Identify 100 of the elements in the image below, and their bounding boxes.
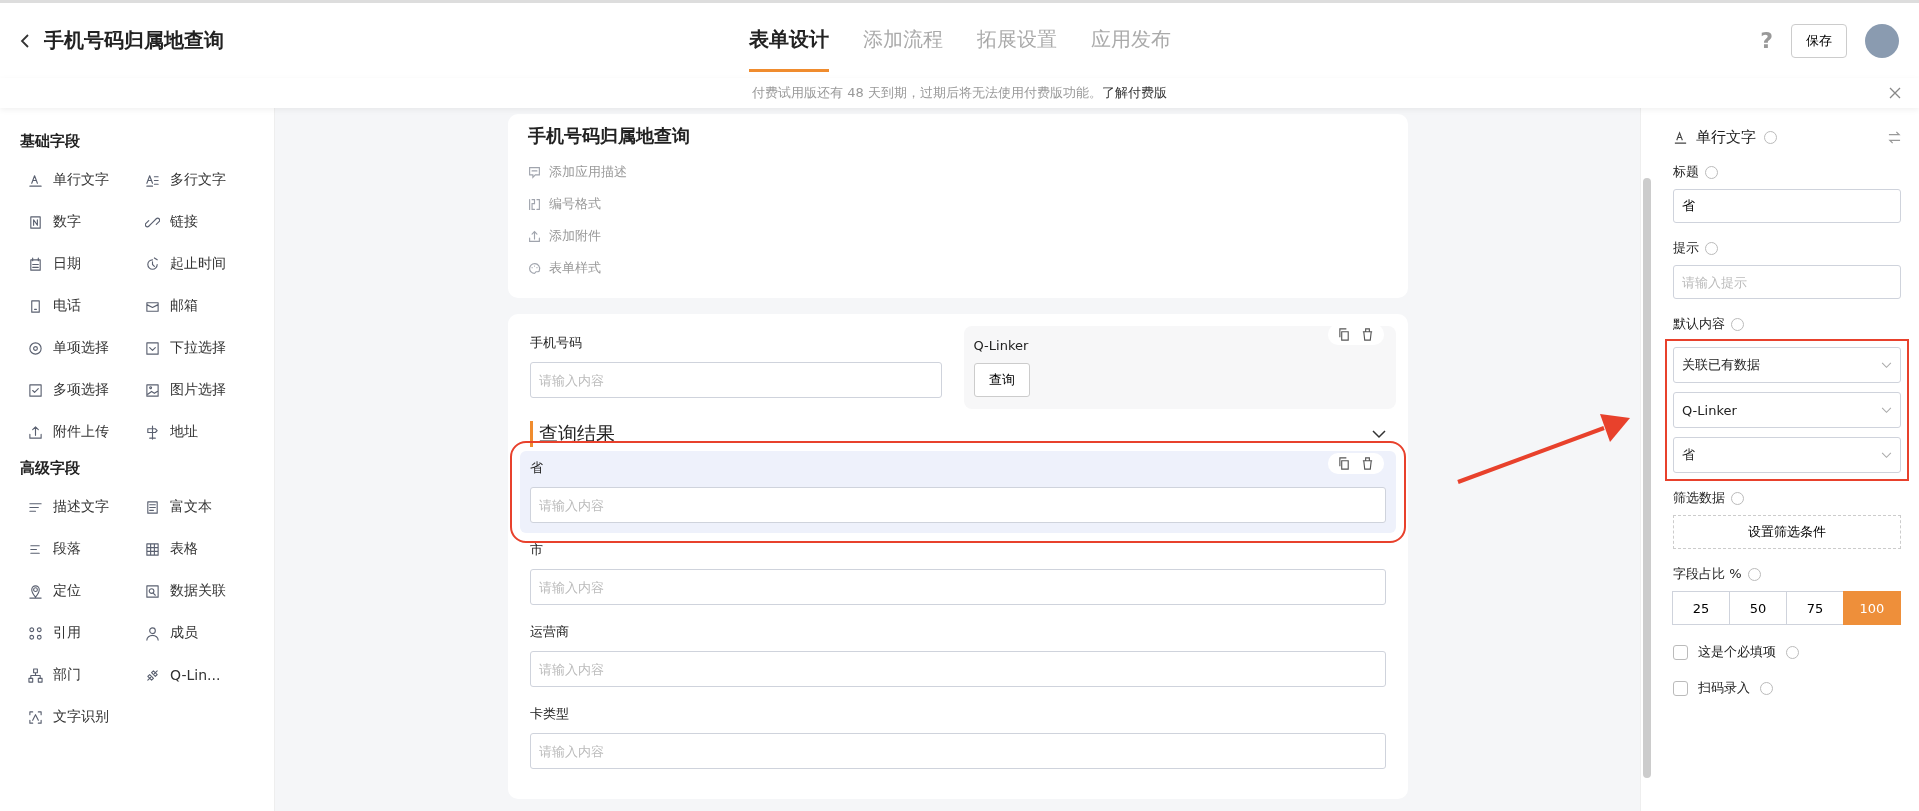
field-label: 省 xyxy=(529,459,543,477)
field-type-item[interactable]: 附件上传 xyxy=(20,411,137,453)
width-option[interactable]: 50 xyxy=(1729,591,1787,625)
nodes-icon xyxy=(28,625,43,641)
checkbox[interactable] xyxy=(1673,644,1688,660)
field-label: 手机号码 xyxy=(529,334,582,352)
nav-tab[interactable]: 表单设计 xyxy=(748,9,829,72)
text-field-icon xyxy=(28,172,43,188)
search-box-icon xyxy=(145,583,160,599)
trash-icon[interactable] xyxy=(1360,328,1374,341)
field-type-item[interactable]: 多项选择 xyxy=(20,369,137,411)
select-field[interactable]: Q-Linker xyxy=(1673,392,1901,428)
text-field-icon xyxy=(1673,130,1688,145)
upgrade-link[interactable]: 了解付费版 xyxy=(1101,84,1167,102)
checkbox-label: 扫码录入 xyxy=(1698,679,1750,697)
checkbox[interactable] xyxy=(1673,680,1688,696)
field-type-item[interactable]: 段落 xyxy=(20,528,137,570)
save-button[interactable]: 保存 xyxy=(1791,23,1847,58)
field-type-item[interactable]: 富文本 xyxy=(137,486,254,528)
org-chart-icon xyxy=(28,667,43,683)
input-field[interactable]: 请输入内容 xyxy=(529,733,1386,769)
field-type-item[interactable]: 链接 xyxy=(137,201,254,243)
width-option[interactable]: 75 xyxy=(1786,591,1844,625)
copy-icon[interactable] xyxy=(1337,457,1351,470)
field-type-item[interactable]: 成员 xyxy=(137,612,254,654)
field-label: 默认内容 xyxy=(1673,315,1725,333)
section-heading: 基础字段 xyxy=(20,132,81,151)
upload-icon xyxy=(28,424,43,440)
title-input[interactable]: 省 xyxy=(1673,189,1901,223)
field-type-item[interactable]: 描述文字 xyxy=(20,486,137,528)
input-field[interactable]: 请输入内容 xyxy=(529,362,942,398)
field-type-item[interactable]: 表格 xyxy=(137,528,254,570)
section-heading: 高级字段 xyxy=(20,459,81,478)
select-field[interactable]: 关联已有数据 xyxy=(1673,347,1901,383)
form-title: 手机号码归属地查询 xyxy=(527,124,691,148)
hint-input[interactable]: 请输入提示 xyxy=(1673,265,1901,299)
clock-icon xyxy=(145,256,160,272)
field-type-item[interactable]: 单行文字 xyxy=(20,159,137,201)
avatar[interactable] xyxy=(1865,23,1899,58)
field-type-item[interactable]: 地址 xyxy=(137,411,254,453)
image-icon xyxy=(145,382,160,398)
back-icon[interactable] xyxy=(20,32,30,49)
field-type-item[interactable]: Q-Lin... xyxy=(137,654,254,696)
numbering-icon xyxy=(527,197,541,211)
radio-icon xyxy=(28,340,43,356)
field-label: 市 xyxy=(529,541,543,559)
width-option[interactable]: 25 xyxy=(1672,591,1730,625)
signpost-icon xyxy=(145,424,160,440)
chevron-icon xyxy=(1881,361,1892,369)
calendar-icon xyxy=(28,256,43,272)
number-icon xyxy=(28,214,43,230)
field-label: 字段占比 % xyxy=(1673,565,1742,583)
checkbox-label: 这是个必填项 xyxy=(1698,643,1776,661)
field-type-item[interactable]: 数字 xyxy=(20,201,137,243)
filter-button[interactable]: 设置筛选条件 xyxy=(1673,515,1901,549)
copy-icon[interactable] xyxy=(1337,328,1351,341)
scrollbar[interactable] xyxy=(1643,178,1651,778)
checkbox-icon xyxy=(28,382,43,398)
field-label: Q-Linker xyxy=(973,338,1029,353)
app-title: 手机号码归属地查询 xyxy=(44,27,224,54)
field-type-item[interactable]: 起止时间 xyxy=(137,243,254,285)
trash-icon[interactable] xyxy=(1360,457,1374,470)
chevron-icon xyxy=(1881,451,1892,459)
panel-title: 单行文字 xyxy=(1696,128,1756,147)
palette-icon xyxy=(527,261,541,275)
field-type-item[interactable]: 文字识别 xyxy=(20,696,137,738)
notice-text: 付费试用版还有 48 天到期，过期后将无法使用付费版功能。 xyxy=(752,84,1102,102)
person-icon xyxy=(145,625,160,641)
field-type-item[interactable]: 电话 xyxy=(20,285,137,327)
field-type-item[interactable]: 数据关联 xyxy=(137,570,254,612)
field-type-item[interactable]: 定位 xyxy=(20,570,137,612)
select-field[interactable]: 省 xyxy=(1673,437,1901,473)
location-pin-icon xyxy=(28,583,43,599)
field-type-item[interactable]: 单项选择 xyxy=(20,327,137,369)
field-type-item[interactable]: 下拉选择 xyxy=(137,327,254,369)
input-field[interactable]: 请输入内容 xyxy=(529,651,1386,687)
field-type-item[interactable]: 多行文字 xyxy=(137,159,254,201)
multiline-text-icon xyxy=(145,172,160,188)
scan-icon xyxy=(28,709,43,725)
selected-field[interactable]: 省 请输入内容 xyxy=(519,451,1396,533)
input-field[interactable]: 请输入内容 xyxy=(529,569,1386,605)
field-type-item[interactable]: 部门 xyxy=(20,654,137,696)
input-field[interactable]: 请输入内容 xyxy=(529,487,1386,523)
dropdown-icon xyxy=(145,340,160,356)
field-type-item[interactable]: 图片选择 xyxy=(137,369,254,411)
field-type-item[interactable]: 日期 xyxy=(20,243,137,285)
field-label: 提示 xyxy=(1673,239,1699,257)
field-type-item[interactable]: 邮箱 xyxy=(137,285,254,327)
field-label: 运营商 xyxy=(529,623,569,641)
plug-icon xyxy=(145,667,160,683)
field-type-item[interactable]: 引用 xyxy=(20,612,137,654)
section-header[interactable]: 查询结果 xyxy=(529,421,1386,447)
phone-icon xyxy=(28,298,43,314)
table-icon xyxy=(145,541,160,557)
field-label: 筛选数据 xyxy=(1673,489,1725,507)
close-icon[interactable] xyxy=(1889,87,1901,99)
query-button[interactable]: 查询 xyxy=(973,363,1030,397)
chevron-icon xyxy=(1881,406,1892,414)
swap-icon[interactable] xyxy=(1888,131,1901,144)
document-icon xyxy=(145,499,160,515)
